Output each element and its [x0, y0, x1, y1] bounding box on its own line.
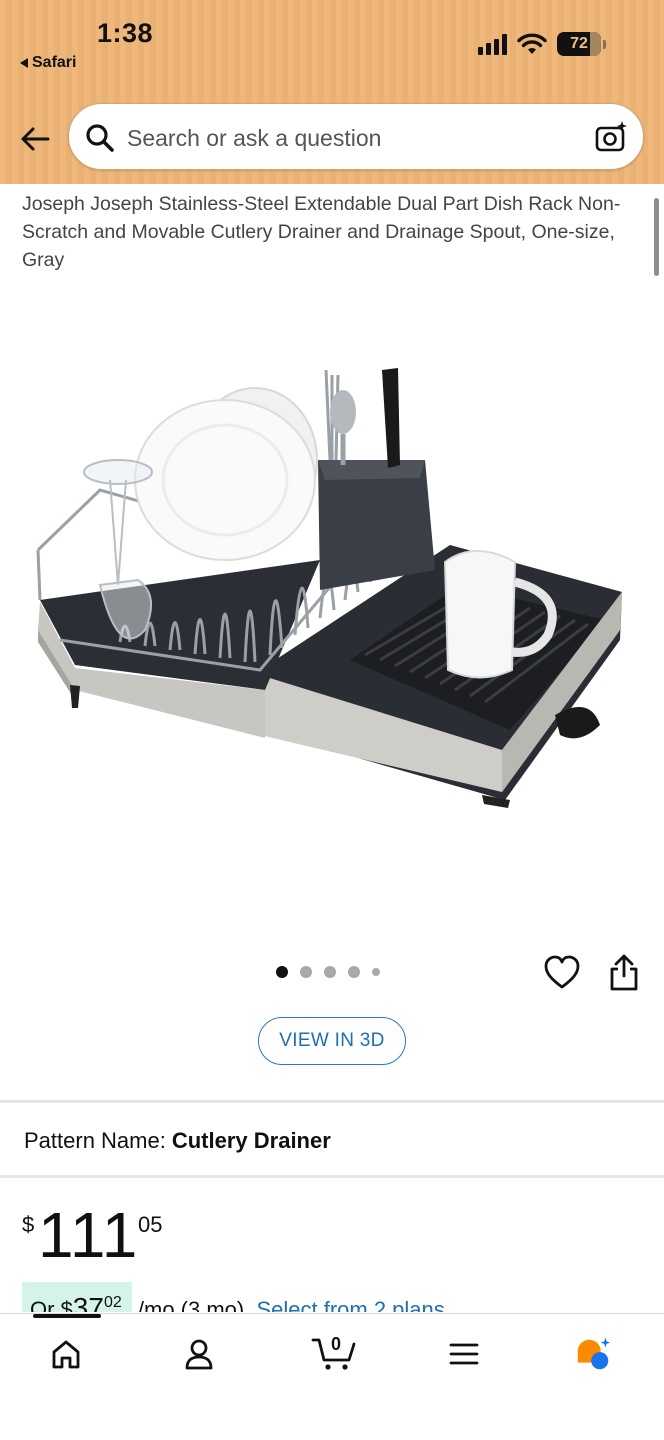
- price-currency: $: [22, 1212, 35, 1237]
- carousel-dot[interactable]: [300, 966, 312, 978]
- carousel-dot[interactable]: [324, 966, 336, 978]
- nav-cart[interactable]: 0: [310, 1330, 358, 1374]
- search-icon: [86, 124, 114, 152]
- battery-icon: 72: [557, 32, 601, 56]
- home-icon: [52, 1340, 80, 1369]
- cart-icon: 0: [311, 1334, 356, 1370]
- cutlery-holder: [318, 368, 435, 590]
- nav-account[interactable]: [179, 1334, 219, 1374]
- drainer-tray: [260, 545, 622, 808]
- nav-home[interactable]: [46, 1334, 86, 1374]
- product-title: Joseph Joseph Stainless-Steel Extendable…: [22, 193, 621, 271]
- pattern-name-row[interactable]: Pattern Name: Cutlery Drainer: [24, 1128, 331, 1154]
- bottom-navigation: 0: [0, 1313, 664, 1440]
- search-input[interactable]: [127, 118, 577, 158]
- nav-rufus[interactable]: [574, 1334, 614, 1374]
- page-scrollbar[interactable]: [654, 198, 659, 276]
- camera-search-icon[interactable]: [594, 120, 628, 154]
- section-divider: [0, 1175, 664, 1178]
- search-bar[interactable]: [68, 103, 644, 170]
- back-triangle-icon: [20, 58, 28, 68]
- pattern-name-label: Pattern Name:: [24, 1128, 166, 1153]
- back-to-app-link[interactable]: Safari: [20, 54, 76, 72]
- price-fraction: 05: [138, 1212, 163, 1237]
- product-image[interactable]: [20, 330, 644, 830]
- image-carousel-dots[interactable]: [276, 966, 380, 978]
- status-indicators: 72: [478, 32, 606, 56]
- carousel-dot[interactable]: [348, 966, 360, 978]
- plates: [134, 387, 318, 561]
- rufus-icon: [577, 1337, 611, 1370]
- installment-offer: Or $3702 /mo (3 mo). Select from 2 plans: [22, 1282, 445, 1312]
- wifi-icon: [517, 33, 547, 54]
- select-plans-link[interactable]: Select from 2 plans: [256, 1297, 444, 1312]
- nav-menu[interactable]: [444, 1334, 484, 1374]
- view-in-3d-button[interactable]: VIEW IN 3D: [258, 1017, 406, 1065]
- cart-count: 0: [331, 1334, 341, 1354]
- installment-term: /mo (3 mo).: [137, 1297, 251, 1312]
- status-time: 1:38: [97, 18, 154, 48]
- battery-cap: [603, 39, 606, 49]
- battery-level: 72: [570, 35, 588, 52]
- share-icon[interactable]: [606, 954, 642, 992]
- section-divider: [0, 1100, 664, 1103]
- pattern-name-value: Cutlery Drainer: [171, 1128, 331, 1153]
- menu-icon: [449, 1343, 479, 1365]
- back-app-label: Safari: [32, 54, 77, 71]
- heart-icon[interactable]: [543, 954, 581, 990]
- carousel-dot[interactable]: [372, 968, 380, 976]
- carousel-dot[interactable]: [276, 966, 288, 978]
- account-icon: [185, 1339, 213, 1370]
- active-tab-indicator: [33, 1314, 101, 1318]
- installment-amount: Or $3702: [22, 1282, 132, 1312]
- cellular-signal-icon: [478, 33, 507, 55]
- back-arrow-icon[interactable]: [18, 122, 52, 156]
- price-whole: 111: [38, 1199, 139, 1271]
- top-header: 1:38 Safari 72: [0, 0, 664, 184]
